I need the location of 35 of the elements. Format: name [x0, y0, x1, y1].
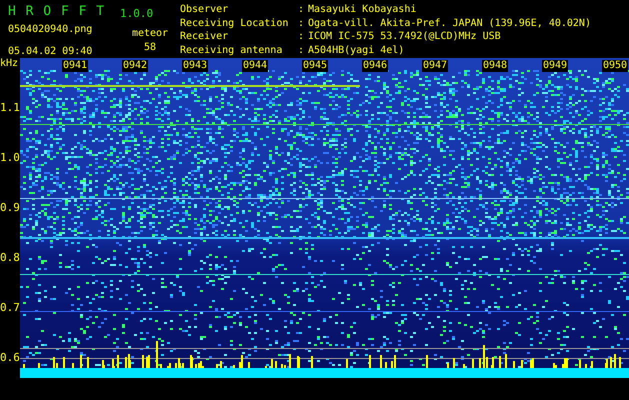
time-label: 0946 — [362, 60, 388, 72]
axis-label: 0.7 — [0, 302, 20, 314]
app-name: H R O F F T — [8, 4, 106, 20]
info-label: Receiver — [180, 31, 230, 44]
axis-label: 0.6 — [0, 352, 20, 364]
date-time: 05.04.02 09:40 — [8, 46, 94, 58]
app-version: 1.0.0 — [120, 7, 154, 21]
time-label: 0943 — [182, 60, 208, 72]
axis-label: 0.9 — [0, 202, 20, 214]
info-separator: : — [298, 4, 306, 17]
axis-label: 1.1 — [0, 102, 20, 114]
axis-unit: kHz — [0, 58, 20, 71]
info-label: Receiving antenna — [180, 44, 284, 58]
time-label: 0950 — [602, 60, 628, 72]
axis-label: 0.8 — [0, 252, 20, 264]
time-label: 0949 — [542, 60, 568, 72]
time-label: 0942 — [122, 60, 148, 72]
info-value: ICOM IC-575 53.7492(@LCD)MHz USB — [308, 31, 502, 44]
time-label: 0947 — [422, 60, 448, 72]
info-value: Ogata-vill. Akita-Pref. JAPAN (139.96E, 40.02N) — [308, 18, 591, 30]
info-separator: : — [298, 44, 306, 58]
time-label: 0945 — [302, 60, 328, 72]
info-label: Observer — [180, 4, 230, 17]
file-name: 0504020940.png — [8, 24, 94, 36]
info-separator: : — [298, 31, 306, 44]
info-separator: : — [298, 18, 306, 30]
info-value: A504HB(yagi 4el) — [308, 44, 406, 58]
axis-label: 1.0 — [0, 152, 20, 164]
time-label: 0948 — [482, 60, 508, 72]
time-label: 0941 — [62, 60, 88, 72]
info-label: Receiving Location — [180, 18, 290, 30]
info-value: Masayuki Kobayashi — [308, 4, 418, 17]
meteor-label: meteor — [132, 28, 168, 40]
meteor-count: 58 — [144, 42, 156, 54]
time-label: 0944 — [242, 60, 268, 72]
